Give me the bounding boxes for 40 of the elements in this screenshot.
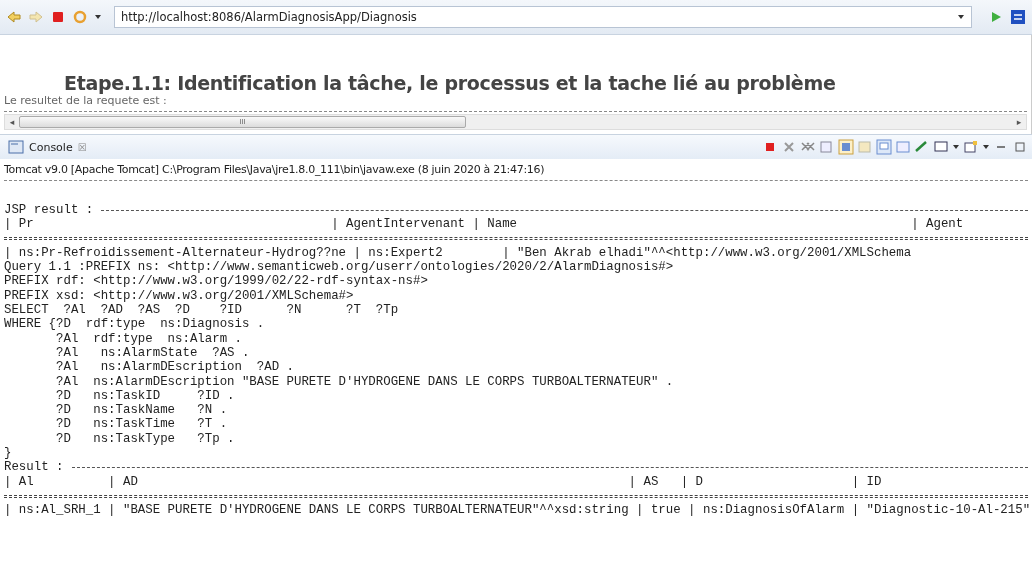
console-line: ?D ns:TaskName ?N . <box>55 403 228 418</box>
scroll-left-arrow[interactable]: ◂ <box>5 117 19 127</box>
maximize-icon[interactable] <box>1012 139 1028 155</box>
dropdown-caret-icon[interactable] <box>957 13 965 21</box>
scroll-right-arrow[interactable]: ▸ <box>1012 117 1026 127</box>
console-line: PREFIX rdf: <http://www.w3.org/1999/02/22-rdf-syntax-ns#> <box>4 274 428 289</box>
console-line: SELECT ?Al ?AD ?AS ?D ?ID ?N ?T ?Tp <box>4 303 399 318</box>
pin-console-icon[interactable] <box>876 139 892 155</box>
console-line: ?Al ns:AlarmDEscription "BASE PURETE D'HYDROGENE DANS LE CORPS TURBOALTERNATEUR" . <box>55 374 674 389</box>
console-icon <box>8 139 24 155</box>
console-line: Result : <box>4 460 65 475</box>
close-tab-icon[interactable]: ☒ <box>77 141 87 153</box>
dropdown-caret-icon[interactable] <box>952 143 960 151</box>
console-line: ?D ns:TaskType ?Tp . <box>55 431 235 447</box>
list-icon[interactable] <box>1010 9 1026 25</box>
stop-icon[interactable] <box>50 9 66 25</box>
console-line: PREFIX xsd: <http://www.w3.org/2001/XMLSchema#> <box>4 288 354 304</box>
dropdown-caret-icon[interactable] <box>982 143 990 151</box>
console-line: ?Al rdf:type ns:Alarm . <box>55 331 242 346</box>
console-line: | ns:Pr-Refroidissement-Alternateur-Hydrog??ne | ns:Expert2 | "Ben Akrab elhadi"^^<http://www.w3.org/2001/XMLSchema <box>4 245 912 261</box>
console-line: | Pr | AgentIntervenant | Name | Agent <box>4 217 964 232</box>
back-arrow-icon[interactable] <box>6 9 22 25</box>
console-line: WHERE {?D rdf:type ns:Diagnosis . <box>4 317 265 332</box>
launch-info: Tomcat v9.0 [Apache Tomcat] C:\Program Files\Java\jre1.8.0_111\bin\javaw.exe (8 juin 2020 à 21:47:16) <box>4 162 546 176</box>
console-line: | ns:Al_SRH_1 | "BASE PURETE D'HYDROGENE DANS LE CORPS TURBOALTERNATEUR"^^xsd:string | true | ns:DiagnosisOfAlarm | "Diagnostic-10-Al-215"| <box>4 503 1032 518</box>
console-tab[interactable]: Console ☒ <box>4 139 91 155</box>
scroll-lock-icon[interactable] <box>838 139 854 155</box>
console-line: ?Al ns:AlarmState ?AS . <box>55 345 250 361</box>
result-label: Le resultet de la requete est : <box>4 94 168 107</box>
console-line: ?D ns:TaskTime ?T . <box>55 417 228 432</box>
url-field[interactable]: http://localhost:8086/AlarmDiagnosisApp/Diagnosis <box>114 6 972 28</box>
console-line: JSP result : <box>4 203 95 218</box>
console-line: ?Al ns:AlarmDEscription ?AD . <box>55 360 294 375</box>
console-line: Query 1.1 :PREFIX ns: <http://www.semanticweb.org/userr/ontologies/2020/2/AlarmDiagnosis#> <box>4 260 674 275</box>
console-line: | Al | AD | AS | D | ID <box>4 474 882 489</box>
console-line: ?D ns:TaskID ?ID . <box>55 388 235 404</box>
console-line: } <box>4 446 12 461</box>
dropdown-caret-icon[interactable] <box>94 13 102 21</box>
page-heading: Etape.1.1: Identification la tâche, le processus et la tache lié au problème <box>64 72 837 94</box>
forward-arrow-icon[interactable] <box>28 9 44 25</box>
